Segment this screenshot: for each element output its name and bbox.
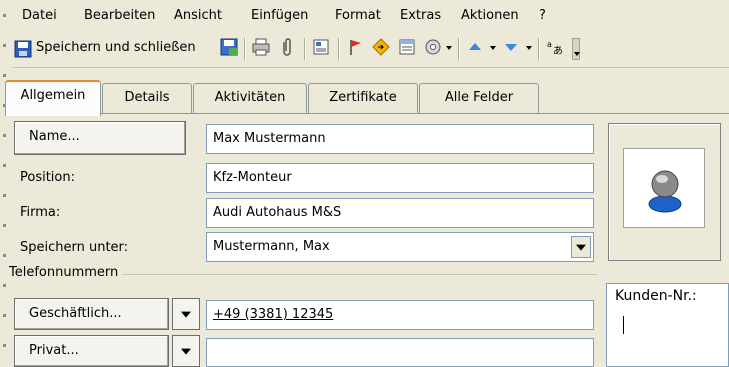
- previous-item-icon[interactable]: [466, 38, 484, 56]
- svg-text:あ: あ: [553, 45, 563, 56]
- menu-einfuegen[interactable]: Einfügen: [251, 8, 308, 23]
- save-and-close-button[interactable]: Speichern und schließen: [14, 36, 214, 62]
- flag-icon[interactable]: [346, 38, 364, 56]
- print-icon[interactable]: [252, 38, 270, 56]
- floppy-disk-icon: [14, 40, 32, 58]
- tab-details[interactable]: Details: [102, 83, 192, 114]
- edge-dot: [3, 344, 6, 347]
- tab-zertifikate[interactable]: Zertifikate: [308, 83, 418, 114]
- private-phone-button[interactable]: Privat...: [14, 335, 169, 367]
- edge-dot: [3, 194, 6, 197]
- toolbar-separator: [538, 38, 540, 60]
- toolbar-separator: [304, 38, 306, 60]
- menu-format[interactable]: Format: [335, 8, 381, 23]
- business-phone-field[interactable]: +49 (3381) 12345: [206, 300, 594, 330]
- text-caret: [623, 316, 624, 334]
- dial-dropdown-icon[interactable]: [446, 46, 452, 50]
- chevron-down-icon: [181, 348, 191, 355]
- next-item-icon[interactable]: [502, 38, 520, 56]
- svg-text:a: a: [547, 40, 552, 49]
- save-as-select[interactable]: Mustermann, Max: [206, 232, 594, 262]
- note-icon[interactable]: [398, 38, 416, 56]
- edge-dot: [3, 314, 6, 317]
- edge-dot: [3, 134, 6, 137]
- notes-text: Kunden-Nr.:: [615, 288, 697, 304]
- address-book-icon[interactable]: [312, 38, 330, 56]
- private-phone-field[interactable]: [206, 338, 594, 367]
- edge-dot: [3, 44, 6, 47]
- dial-icon[interactable]: [424, 38, 442, 56]
- paperclip-icon[interactable]: [278, 38, 296, 56]
- toolbar-overflow-button[interactable]: [572, 38, 580, 60]
- tab-aktivitaeten[interactable]: Aktivitäten: [193, 83, 307, 114]
- company-label: Firma:: [20, 205, 61, 220]
- menu-help[interactable]: ?: [539, 8, 546, 23]
- toolbar-separator: [244, 38, 246, 60]
- menu-bearbeiten[interactable]: Bearbeiten: [84, 8, 155, 23]
- save-as-value: Mustermann, Max: [213, 239, 330, 254]
- position-label: Position:: [20, 170, 75, 185]
- edge-dot: [3, 74, 6, 77]
- phone-group-label: Telefonnummern: [9, 265, 123, 280]
- edge-dot: [3, 254, 6, 257]
- overflow-arrow-icon: [574, 52, 580, 56]
- contact-photo-frame[interactable]: [608, 123, 721, 261]
- position-field[interactable]: Kfz-Monteur: [206, 163, 594, 193]
- save-as-label: Speichern unter:: [20, 240, 129, 255]
- private-phone-type-dropdown[interactable]: [172, 335, 200, 367]
- notes-textarea[interactable]: Kunden-Nr.:: [606, 283, 729, 367]
- person-icon: [648, 170, 682, 213]
- edge-dot: [3, 284, 6, 287]
- menu-aktionen[interactable]: Aktionen: [461, 8, 519, 23]
- previous-dropdown-icon[interactable]: [490, 46, 496, 50]
- save-and-close-label: Speichern und schließen: [36, 40, 196, 55]
- next-dropdown-icon[interactable]: [526, 46, 532, 50]
- chevron-down-icon: [181, 311, 191, 318]
- name-button[interactable]: Name...: [14, 121, 186, 155]
- business-phone-button[interactable]: Geschäftlich...: [14, 298, 169, 330]
- contact-photo: [623, 148, 705, 228]
- tab-allgemein[interactable]: Allgemein: [5, 80, 101, 116]
- company-field[interactable]: Audi Autohaus M&S: [206, 198, 594, 228]
- menu-extras[interactable]: Extras: [400, 8, 441, 23]
- toolbar-separator: [338, 38, 340, 60]
- menu-ansicht[interactable]: Ansicht: [174, 8, 222, 23]
- business-phone-value: +49 (3381) 12345: [213, 307, 334, 322]
- translate-icon[interactable]: a あ: [546, 38, 564, 56]
- edge-dot: [3, 164, 6, 167]
- toolbar: Speichern und schließen a あ: [12, 30, 729, 68]
- tab-alle-felder[interactable]: Alle Felder: [419, 83, 539, 114]
- edge-dot: [3, 224, 6, 227]
- toolbar-separator: [458, 38, 460, 60]
- full-name-field[interactable]: Max Mustermann: [206, 124, 594, 154]
- business-phone-type-dropdown[interactable]: [172, 298, 200, 330]
- menu-bar: Datei Bearbeiten Ansicht Einfügen Format…: [12, 0, 729, 30]
- save-insert-icon[interactable]: [220, 38, 238, 56]
- save-as-dropdown-button[interactable]: [571, 236, 591, 258]
- arrow-diamond-icon[interactable]: [372, 38, 390, 56]
- chevron-down-icon: [576, 244, 586, 251]
- menu-datei[interactable]: Datei: [22, 8, 57, 23]
- edge-dot: [3, 14, 6, 17]
